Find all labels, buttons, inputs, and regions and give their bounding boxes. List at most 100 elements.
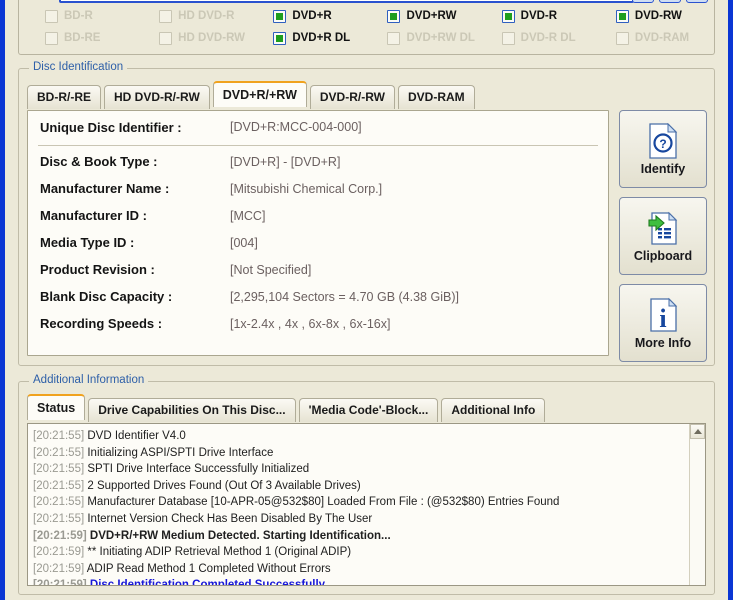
drive-selector-field[interactable]	[59, 0, 634, 3]
capability-label: DVD-R	[520, 10, 558, 22]
log-text: Internet Version Check Has Been Disabled…	[84, 512, 373, 525]
disc-detail-value: [2,295,104 Sectors = 4.70 GB (4.38 GiB)]	[230, 290, 459, 304]
checkbox-checked-icon	[501, 9, 515, 23]
disc-identification-group-title: Disc Identification	[29, 61, 128, 73]
svg-text:?: ?	[659, 137, 666, 151]
capability-checkbox-hd-dvd-r[interactable]: HD DVD-R	[141, 5, 253, 27]
log-timestamp: [20:21:55]	[33, 496, 85, 509]
minimize-button[interactable]	[632, 0, 654, 3]
capability-checkbox-dvd-ram[interactable]: DVD-RAM	[598, 27, 710, 49]
checkbox-unchecked-icon	[387, 31, 401, 45]
log-scrollbar[interactable]	[689, 424, 705, 585]
checkbox-unchecked-icon	[45, 9, 58, 23]
dvd-identifier-window: BD-R HD DVD-R DVD+R DVD+RW DVD-R DVD-RW BD-RE H…	[0, 0, 733, 600]
disc-details-panel: Unique Disc Identifier : [DVD+R:MCC-004-0…	[27, 110, 609, 356]
tab-dvd-r-rw[interactable]: DVD-R/-RW	[309, 85, 395, 109]
document-info-icon: i	[648, 297, 678, 333]
disc-detail-label: Unique Disc Identifier :	[40, 119, 182, 135]
capability-label: DVD+RW DL	[406, 32, 475, 44]
clipboard-button-label: Clipboard	[633, 248, 693, 263]
capability-label: DVD+R	[292, 10, 332, 22]
maximize-button[interactable]	[659, 0, 681, 3]
detail-divider	[38, 145, 598, 146]
capability-checkbox-dvd-r-dl[interactable]: DVD+R DL	[255, 27, 367, 49]
disc-action-buttons: ? Identify Clipboard i More Info	[619, 110, 707, 371]
log-line: [20:21:59] Disc Identification Completed…	[33, 577, 689, 585]
capability-checkbox-dvd-r-dl[interactable]: DVD-R DL	[484, 27, 596, 49]
window-control-buttons	[632, 0, 708, 3]
log-timestamp: [20:21:59]	[33, 546, 85, 559]
identify-button-label: Identify	[640, 161, 686, 176]
log-text: Initializing ASPI/SPTI Drive Interface	[84, 446, 274, 459]
capability-label: DVD-RAM	[634, 32, 690, 44]
checkbox-checked-icon	[387, 9, 401, 23]
log-timestamp: [20:21:55]	[33, 446, 85, 459]
disc-detail-label: Recording Speeds :	[40, 316, 163, 331]
checkbox-unchecked-icon	[615, 31, 629, 45]
log-text: SPTI Drive Interface Successfully Initia…	[84, 463, 310, 476]
svg-text:i: i	[659, 304, 666, 333]
log-timestamp: [20:21:55]	[33, 463, 85, 476]
capability-checkbox-dvd-rw[interactable]: DVD+RW	[369, 5, 481, 27]
disc-detail-value: [MCC]	[230, 209, 266, 223]
capability-checkbox-bd-re[interactable]: BD-RE	[27, 27, 139, 49]
disc-detail-row: Media Type ID : [004]	[28, 235, 608, 262]
capability-checkbox-hd-dvd-rw[interactable]: HD DVD-RW	[141, 27, 253, 49]
disc-detail-row: Manufacturer ID : [MCC]	[28, 208, 608, 235]
log-line: [20:21:55] Initializing ASPI/SPTI Drive …	[33, 445, 689, 462]
status-log-list: [20:21:55] DVD Identifier V4.0 [20:21:55]…	[28, 424, 689, 585]
identify-button[interactable]: ? Identify	[619, 110, 707, 188]
capability-checkbox-dvd-rw[interactable]: DVD-RW	[598, 5, 710, 27]
tab-dvd-r-rw[interactable]: DVD+R/+RW	[212, 81, 307, 107]
media-capability-panel: BD-R HD DVD-R DVD+R DVD+RW DVD-R DVD-RW BD-RE H…	[18, 0, 715, 55]
close-button[interactable]	[686, 0, 708, 3]
log-line: [20:21:55] SPTI Drive Interface Successf…	[33, 461, 689, 478]
capability-label: DVD+RW	[406, 10, 457, 22]
tab-additional-info[interactable]: Additional Info	[441, 398, 546, 422]
capability-checkbox-bd-r[interactable]: BD-R	[27, 5, 139, 27]
chevron-up-icon	[693, 429, 702, 434]
log-timestamp: [20:21:55]	[33, 430, 85, 442]
checkbox-unchecked-icon	[45, 31, 58, 45]
capability-checkbox-dvd-rw-dl[interactable]: DVD+RW DL	[369, 27, 481, 49]
checkbox-checked-icon	[273, 9, 287, 23]
disc-detail-value: [004]	[230, 236, 258, 250]
more-info-button[interactable]: i More Info	[619, 284, 707, 362]
disc-identification-tabs: BD-R/-RE HD DVD-R/-RW DVD+R/+RW DVD-R/-RW DV…	[27, 81, 475, 109]
log-text: Disc Identification Completed Successful…	[87, 579, 325, 585]
additional-information-tabs: Status Drive Capabilities On This Disc...…	[27, 394, 546, 422]
disc-identification-group: Disc Identification BD-R/-RE HD DVD-R/-RW…	[18, 61, 715, 366]
log-text: Manufacturer Database [10-APR-05@532$80]…	[84, 496, 560, 509]
clipboard-button[interactable]: Clipboard	[619, 197, 707, 275]
log-timestamp: [20:21:55]	[33, 479, 85, 492]
capability-label: HD DVD-R	[178, 10, 235, 22]
log-line: [20:21:59] ADIP Read Method 1 Completed …	[33, 561, 689, 578]
tab-bd-r-re[interactable]: BD-R/-RE	[27, 85, 101, 109]
document-question-icon: ?	[648, 122, 678, 159]
disc-detail-row: Product Revision : [Not Specified]	[28, 262, 608, 289]
tab-drive-capabilities-on-this-disc[interactable]: Drive Capabilities On This Disc...	[88, 398, 296, 422]
tab-media-code-block[interactable]: 'Media Code'-Block...	[298, 398, 439, 422]
scroll-up-button[interactable]	[690, 424, 705, 439]
log-line: [20:21:55] 2 Supported Drives Found (Out…	[33, 478, 689, 495]
disc-detail-value: [DVD+R] - [DVD+R]	[230, 155, 341, 169]
log-text: ** Initiating ADIP Retrieval Method 1 (O…	[84, 546, 352, 559]
capability-checkbox-dvd-r[interactable]: DVD-R	[484, 5, 596, 27]
disc-detail-value: [Not Specified]	[230, 263, 312, 277]
checkbox-unchecked-icon	[159, 31, 173, 45]
tab-status[interactable]: Status	[27, 394, 86, 420]
disc-detail-row: Manufacturer Name : [Mitsubishi Chemical …	[28, 181, 608, 208]
log-text: ADIP Read Method 1 Completed Without Err…	[84, 562, 331, 575]
tab-dvd-ram[interactable]: DVD-RAM	[397, 85, 475, 109]
log-timestamp: [20:21:59]	[33, 562, 85, 575]
additional-information-group-title: Additional Information	[29, 374, 149, 386]
log-line: [20:21:55] Manufacturer Database [10-APR…	[33, 494, 689, 511]
checkbox-checked-icon	[273, 31, 287, 45]
checkbox-checked-icon	[615, 9, 629, 23]
disc-detail-label: Product Revision :	[40, 262, 155, 277]
disc-detail-label: Media Type ID :	[40, 235, 135, 250]
disc-detail-row: Disc & Book Type : [DVD+R] - [DVD+R]	[28, 154, 608, 181]
tab-hd-dvd-r-rw[interactable]: HD DVD-R/-RW	[104, 85, 210, 109]
capability-checkbox-grid: BD-R HD DVD-R DVD+R DVD+RW DVD-R DVD-RW BD-RE H…	[27, 5, 710, 49]
capability-checkbox-dvd-r[interactable]: DVD+R	[255, 5, 367, 27]
